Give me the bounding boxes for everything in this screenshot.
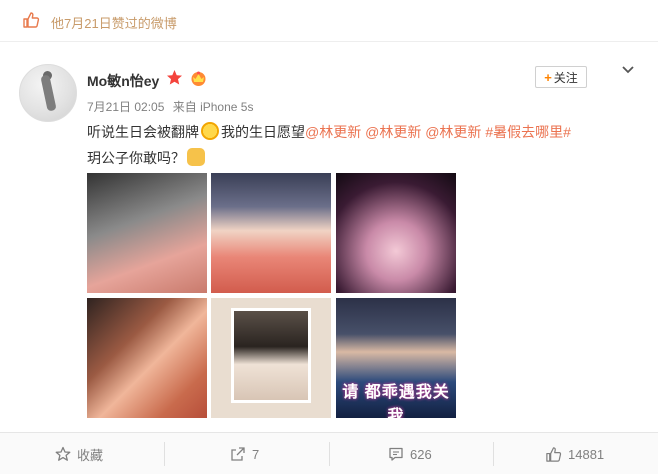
- divider: [164, 442, 165, 466]
- comment-count: 626: [410, 446, 432, 462]
- follow-label: 关注: [553, 70, 578, 85]
- post-text-part-2: 我的生日愿望: [221, 124, 305, 140]
- mention-link[interactable]: @林更新: [365, 124, 421, 140]
- avatar-figure-shape: [40, 74, 57, 112]
- repost-count: 7: [252, 446, 260, 462]
- thumbs-up-outline-icon: [546, 446, 562, 462]
- favorite-label: 收藏: [77, 447, 104, 463]
- repost-button[interactable]: 7: [230, 433, 259, 475]
- chevron-down-icon[interactable]: [621, 64, 635, 76]
- post-time[interactable]: 7月21日 02:05: [87, 100, 164, 114]
- photo-4[interactable]: [87, 298, 207, 418]
- post-text-part-3: 玥公子你敢吗？: [87, 150, 185, 166]
- comment-button[interactable]: 626: [388, 433, 432, 475]
- action-bar: 收藏 7 626 14881: [0, 432, 658, 474]
- photo-6[interactable]: 请 都乖遇我关我: [336, 298, 456, 418]
- divider: [493, 442, 494, 466]
- comment-icon: [389, 447, 403, 461]
- photo-5[interactable]: [211, 298, 331, 418]
- share-icon: [231, 447, 245, 461]
- photo-2[interactable]: [211, 173, 331, 293]
- divider: [329, 442, 330, 466]
- hashtag-link[interactable]: #暑假去哪里#: [485, 124, 571, 140]
- like-count: 14881: [568, 446, 605, 462]
- photo-3[interactable]: [336, 173, 456, 293]
- crown-badge-icon[interactable]: [189, 69, 208, 87]
- mention-link[interactable]: @林更新: [425, 124, 481, 140]
- like-button[interactable]: 14881: [545, 433, 604, 475]
- follow-button[interactable]: + 关注: [535, 66, 587, 88]
- photo-5-frame: [231, 308, 311, 403]
- mention-link[interactable]: @林更新: [305, 124, 361, 140]
- liked-text: 他7月21日赞过的微博: [51, 16, 177, 31]
- favorite-button[interactable]: 收藏: [55, 433, 103, 475]
- thumbs-up-icon: [23, 12, 40, 28]
- post-source: 来自 iPhone 5s: [172, 100, 254, 114]
- cat-emoji-icon: [187, 148, 205, 166]
- photo-1[interactable]: [87, 173, 207, 293]
- post-meta: 7月21日 02:05 来自 iPhone 5s: [87, 98, 258, 115]
- star-badge-icon[interactable]: [166, 69, 183, 86]
- username[interactable]: Mo敏n怡ey: [87, 71, 159, 91]
- sun-emoji-icon: [201, 122, 219, 140]
- avatar[interactable]: [19, 64, 77, 122]
- star-outline-icon: [55, 446, 71, 461]
- photo-6-caption: 请 都乖遇我关我: [342, 384, 450, 418]
- liked-header: 他7月21日赞过的微博: [0, 0, 658, 42]
- plus-icon: +: [544, 69, 552, 85]
- post-text: 听说生日会被翻牌 我的生日愿望@林更新 @林更新 @林更新 #暑假去哪里# 玥公子…: [87, 119, 627, 171]
- post-text-part-1: 听说生日会被翻牌: [87, 124, 199, 140]
